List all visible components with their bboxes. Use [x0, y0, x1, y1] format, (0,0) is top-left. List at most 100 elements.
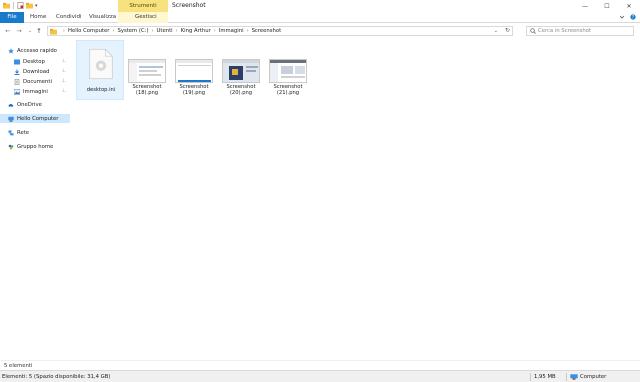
search-icon [530, 28, 536, 34]
tab-view[interactable]: Visualizza [89, 12, 116, 23]
nav-item-onedrive[interactable]: OneDrive [0, 100, 70, 109]
maximize-button[interactable]: ☐ [596, 0, 618, 12]
nav-item-pictures[interactable]: Immagini ⊥ [0, 87, 70, 96]
pin-icon[interactable]: ⊥ [62, 68, 66, 74]
file-name: Screenshot (20).png [217, 84, 265, 96]
chevron-down-icon[interactable]: ▾ [35, 3, 38, 9]
toolbar-divider [13, 2, 14, 9]
nav-item-label: Gruppo home [17, 143, 54, 150]
window-title: Screenshot [172, 2, 206, 9]
file-name-line: (21).png [276, 90, 300, 96]
help-icon[interactable]: ? [630, 14, 636, 20]
recent-locations-button[interactable]: ⌄ [26, 27, 34, 35]
tab-manage[interactable]: Gestisci [135, 12, 157, 23]
cloud-icon [8, 103, 14, 107]
pictures-folder-icon [14, 88, 20, 95]
properties-icon[interactable] [17, 2, 24, 9]
breadcrumb-separator[interactable]: › [247, 28, 249, 34]
file-name: Screenshot (19).png [170, 84, 218, 96]
nav-item-network[interactable]: Rete [0, 128, 70, 137]
details-bar: Elementi: 5 (Spazio disponibile: 31,4 GB… [0, 370, 640, 382]
nav-item-download[interactable]: Download ⊥ [0, 67, 70, 76]
documents-folder-icon [14, 78, 20, 85]
image-thumbnail [269, 59, 307, 83]
breadcrumb-separator[interactable]: › [214, 28, 216, 34]
breadcrumb-separator[interactable]: › [152, 28, 154, 34]
expand-ribbon-icon[interactable] [619, 14, 625, 20]
breadcrumb-separator[interactable]: › [176, 28, 178, 34]
breadcrumb-separator: › [63, 28, 65, 34]
breadcrumb-separator[interactable]: › [112, 28, 114, 34]
settings-file-icon [89, 48, 113, 80]
file-name: Screenshot (18).png [123, 84, 171, 96]
status-divider [530, 373, 531, 381]
pin-icon[interactable]: ⊥ [62, 58, 66, 64]
folder-icon [50, 28, 57, 35]
contextual-tab-picture-tools[interactable]: Strumenti immagini [118, 0, 168, 21]
up-button[interactable]: ↑ [35, 27, 43, 35]
breadcrumb-users[interactable]: Utenti [157, 28, 173, 34]
pin-icon[interactable]: ⊥ [62, 88, 66, 94]
location-text: Computer [580, 374, 607, 380]
file-name-line: (20).png [229, 90, 253, 96]
back-button[interactable]: ← [4, 27, 12, 35]
nav-item-label: Hello Computer [17, 115, 59, 122]
search-input[interactable]: Cerca in Screenshot [538, 28, 591, 34]
nav-item-documents[interactable]: Documenti ⊥ [0, 77, 70, 86]
navigation-pane: Accesso rapido Desktop ⊥ Download ⊥ Docu… [0, 38, 70, 360]
close-button[interactable]: ✕ [618, 0, 640, 12]
title-bar: ▾ Strumenti immagini Screenshot — ☐ ✕ [0, 0, 640, 21]
desktop-folder-icon [14, 59, 20, 64]
pin-icon[interactable]: ⊥ [62, 78, 66, 84]
breadcrumb-pictures[interactable]: Immagini [219, 28, 244, 34]
nav-item-label: Desktop [23, 58, 45, 65]
address-dropdown-button[interactable]: ⌄ [494, 28, 498, 34]
nav-item-this-pc[interactable]: Hello Computer [0, 114, 70, 123]
file-name-line: (18).png [135, 90, 159, 96]
folder-icon [3, 2, 10, 9]
size-text: 1,95 MB [534, 374, 556, 380]
image-thumbnail [222, 59, 260, 83]
nav-item-homegroup[interactable]: Gruppo home [0, 142, 70, 151]
computer-icon [570, 374, 578, 380]
refresh-button[interactable]: ↻ [505, 27, 510, 34]
tab-file[interactable]: File [0, 12, 24, 23]
nav-item-label: Accesso rapido [17, 47, 57, 54]
file-name-line: (19).png [182, 90, 206, 96]
image-thumbnail [175, 59, 213, 83]
new-folder-icon[interactable] [26, 2, 33, 9]
file-item-screenshot-20[interactable]: Screenshot (20).png [217, 40, 265, 100]
nav-item-quick-access[interactable]: Accesso rapido [0, 46, 70, 55]
file-item-screenshot-21[interactable]: Screenshot (21).png [264, 40, 312, 100]
quick-access-toolbar: ▾ [3, 2, 38, 9]
breadcrumb-this-pc[interactable]: Hello Computer [68, 28, 109, 34]
address-row: ← → ⌄ ↑ › Hello Computer › System (C:) ›… [0, 24, 640, 38]
network-icon [8, 130, 14, 135]
star-icon [8, 47, 14, 54]
file-item-screenshot-18[interactable]: Screenshot (18).png [123, 40, 171, 100]
ribbon-right-controls: ? [619, 14, 636, 20]
file-item-screenshot-19[interactable]: Screenshot (19).png [170, 40, 218, 100]
minimize-button[interactable]: — [574, 0, 596, 12]
file-name: Screenshot (21).png [264, 84, 312, 96]
details-text: Elementi: 5 (Spazio disponibile: 31,4 GB… [2, 374, 111, 380]
breadcrumb-user[interactable]: King Arthur [181, 28, 211, 34]
nav-item-desktop[interactable]: Desktop ⊥ [0, 57, 70, 66]
search-box[interactable]: Cerca in Screenshot [526, 26, 634, 36]
download-folder-icon [14, 69, 20, 75]
computer-icon [8, 116, 14, 122]
file-item-desktop-ini[interactable]: desktop.ini [76, 40, 124, 100]
tab-share[interactable]: Condividi [56, 12, 82, 23]
breadcrumb-screenshot[interactable]: Screenshot [252, 28, 282, 34]
nav-item-label: OneDrive [17, 101, 42, 108]
address-bar[interactable]: › Hello Computer › System (C:) › Utenti … [47, 26, 513, 36]
breadcrumb-system-drive[interactable]: System (C:) [117, 28, 148, 34]
tab-home[interactable]: Home [30, 12, 46, 23]
nav-item-label: Immagini [23, 88, 48, 95]
nav-item-label: Documenti [23, 78, 52, 85]
homegroup-icon [8, 144, 14, 149]
image-thumbnail [128, 59, 166, 83]
window-controls: — ☐ ✕ [574, 0, 640, 12]
ribbon-tabs: File Home Condividi Visualizza Gestisci … [0, 12, 640, 23]
forward-button[interactable]: → [15, 27, 23, 35]
